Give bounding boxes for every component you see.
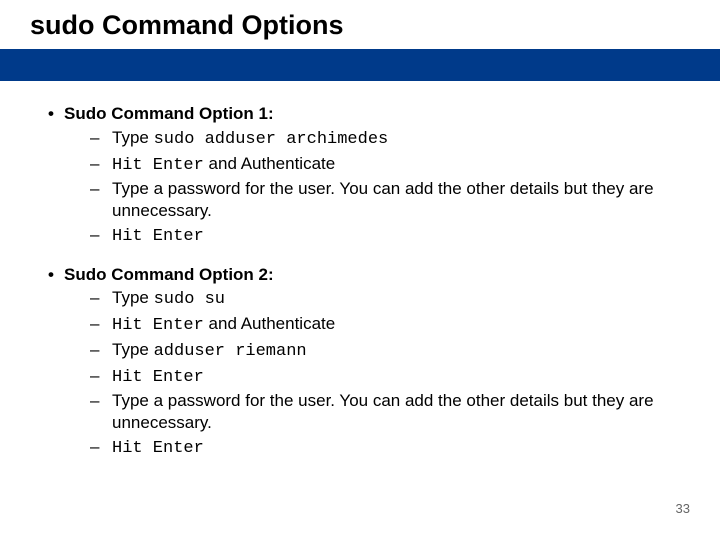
option1-step1: –Type sudo adduser archimedes [90, 127, 680, 151]
dash-icon: – [90, 287, 112, 309]
option1-step4-hit-enter: Hit Enter [112, 227, 204, 246]
option2-step5: –Type a password for the user. You can a… [90, 390, 680, 434]
option1-step3-text: Type a password for the user. You can ad… [112, 179, 654, 220]
bullet-dot-icon: • [48, 264, 64, 286]
bullet-dot-icon: • [48, 103, 64, 125]
option2-step2-hit-enter: Hit Enter [112, 316, 204, 335]
slide-title: sudo Command Options [0, 0, 720, 49]
option1-step2-hit-enter: Hit Enter [112, 156, 204, 175]
option2-step5-text: Type a password for the user. You can ad… [112, 391, 654, 432]
option1-step2: –Hit Enter and Authenticate [90, 153, 680, 177]
option1-heading-text: Sudo Command Option 1: [64, 104, 274, 123]
dash-icon: – [90, 390, 112, 412]
option1-heading: •Sudo Command Option 1: [64, 103, 680, 125]
dash-icon: – [90, 127, 112, 149]
option2-step4-hit-enter: Hit Enter [112, 368, 204, 387]
option1-step1-command: sudo adduser archimedes [154, 130, 389, 149]
option2-step2-post: and Authenticate [204, 314, 335, 333]
dash-icon: – [90, 224, 112, 246]
option1-step3: –Type a password for the user. You can a… [90, 178, 680, 222]
page-number: 33 [676, 501, 690, 516]
dash-icon: – [90, 153, 112, 175]
dash-icon: – [90, 313, 112, 335]
dash-icon: – [90, 436, 112, 458]
dash-icon: – [90, 178, 112, 200]
option2-step3-command: adduser riemann [154, 342, 307, 361]
option2-heading-text: Sudo Command Option 2: [64, 265, 274, 284]
option2-step3-pre: Type [112, 340, 154, 359]
option2-step2: –Hit Enter and Authenticate [90, 313, 680, 337]
slide: sudo Command Options •Sudo Command Optio… [0, 0, 720, 540]
option2-step1-command: sudo su [154, 290, 225, 309]
option2-step1-pre: Type [112, 288, 154, 307]
option1-step2-post: and Authenticate [204, 154, 335, 173]
dash-icon: – [90, 365, 112, 387]
option2-step3: –Type adduser riemann [90, 339, 680, 363]
option2-heading: •Sudo Command Option 2: [64, 264, 680, 286]
slide-body: •Sudo Command Option 1: –Type sudo addus… [0, 81, 720, 460]
option2-step6: –Hit Enter [90, 436, 680, 460]
title-accent-bar [0, 49, 720, 81]
option2-step1: –Type sudo su [90, 287, 680, 311]
dash-icon: – [90, 339, 112, 361]
option1-step4: –Hit Enter [90, 224, 680, 248]
option1-step1-pre: Type [112, 128, 154, 147]
option2-step4: –Hit Enter [90, 365, 680, 389]
option2-step6-hit-enter: Hit Enter [112, 439, 204, 458]
